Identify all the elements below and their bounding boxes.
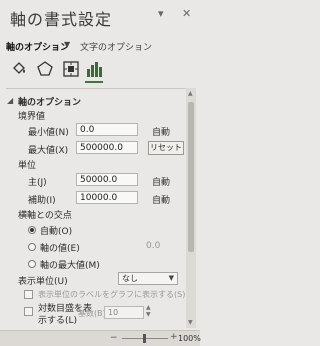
zoom-out-icon[interactable]: − bbox=[110, 333, 118, 343]
max-bound-reset-button[interactable]: リセット bbox=[148, 141, 184, 155]
zoom-in-icon[interactable]: + bbox=[170, 332, 178, 342]
collapse-triangle-icon[interactable]: ◢ bbox=[7, 96, 13, 105]
close-icon[interactable]: ✕ bbox=[182, 7, 191, 20]
crosses-value-radio[interactable] bbox=[28, 243, 36, 251]
units-heading: 単位 bbox=[18, 161, 37, 171]
scroll-thumb[interactable] bbox=[188, 102, 194, 252]
major-unit-auto-button[interactable]: 自動 bbox=[152, 175, 170, 188]
show-units-label-checkbox[interactable] bbox=[24, 290, 33, 299]
pane-title: 軸の書式設定 bbox=[10, 10, 113, 29]
crosses-max-radio[interactable] bbox=[28, 260, 36, 268]
min-bound-label: 最小値(N) bbox=[28, 128, 69, 138]
tab-options-chevron-icon[interactable]: ▼ bbox=[64, 40, 70, 49]
crosses-auto-label: 自動(O) bbox=[40, 227, 73, 237]
tab-axis-options[interactable]: 軸のオプション bbox=[6, 40, 69, 53]
minor-unit-label: 補助(I) bbox=[28, 196, 56, 206]
crosses-heading: 横軸との交点 bbox=[18, 211, 72, 221]
max-bound-input[interactable]: 500000.0 bbox=[76, 141, 138, 154]
crosses-value-field[interactable]: 0.0 bbox=[146, 241, 160, 251]
fill-line-icon[interactable] bbox=[10, 60, 28, 78]
log-base-label: 基数(B) bbox=[78, 309, 106, 318]
minor-unit-auto-button[interactable]: 自動 bbox=[152, 193, 170, 206]
min-bound-input[interactable]: 0.0 bbox=[76, 123, 138, 136]
pane-scrollbar[interactable]: ▲ ▼ bbox=[186, 88, 196, 328]
effects-pentagon-icon[interactable] bbox=[36, 60, 54, 78]
max-bound-label: 最大値(X) bbox=[28, 146, 69, 156]
major-unit-label: 主(J) bbox=[28, 178, 47, 188]
size-properties-icon[interactable] bbox=[62, 60, 80, 78]
minor-unit-input[interactable]: 10000.0 bbox=[76, 191, 138, 204]
crosses-max-label: 軸の最大値(M) bbox=[40, 261, 100, 271]
major-unit-input[interactable]: 50000.0 bbox=[76, 173, 138, 186]
crosses-auto-radio[interactable] bbox=[28, 226, 36, 234]
scroll-down-icon[interactable]: ▼ bbox=[188, 319, 193, 326]
log-scale-checkbox[interactable] bbox=[24, 307, 33, 316]
tab-text-options[interactable]: 文字のオプション bbox=[80, 40, 152, 53]
min-bound-auto-button[interactable]: 自動 bbox=[152, 125, 170, 138]
chevron-down-icon: ▼ bbox=[168, 274, 174, 282]
zoom-level[interactable]: 100% bbox=[178, 334, 201, 343]
display-units-value: なし bbox=[122, 274, 138, 283]
zoom-slider-thumb[interactable] bbox=[143, 334, 146, 343]
selected-icon-indicator bbox=[85, 81, 103, 83]
section-title-axis-options[interactable]: 軸のオプション bbox=[18, 95, 81, 108]
display-units-label: 表示単位(U) bbox=[18, 277, 68, 287]
show-units-label-text: 表示単位のラベルをグラフに表示する(S) bbox=[38, 290, 186, 299]
crosses-value-label: 軸の値(E) bbox=[40, 244, 80, 254]
chevron-down-icon[interactable]: ▾ bbox=[158, 7, 164, 20]
bounds-heading: 境界値 bbox=[18, 112, 46, 122]
log-base-input[interactable]: 10 bbox=[104, 306, 144, 319]
axis-options-bar-chart-icon[interactable] bbox=[85, 60, 103, 78]
scroll-up-icon[interactable]: ▲ bbox=[188, 90, 193, 97]
display-units-select[interactable]: なし ▼ bbox=[118, 272, 178, 285]
divider bbox=[6, 88, 186, 89]
log-base-spinner[interactable]: ▲ ▼ bbox=[146, 304, 151, 318]
